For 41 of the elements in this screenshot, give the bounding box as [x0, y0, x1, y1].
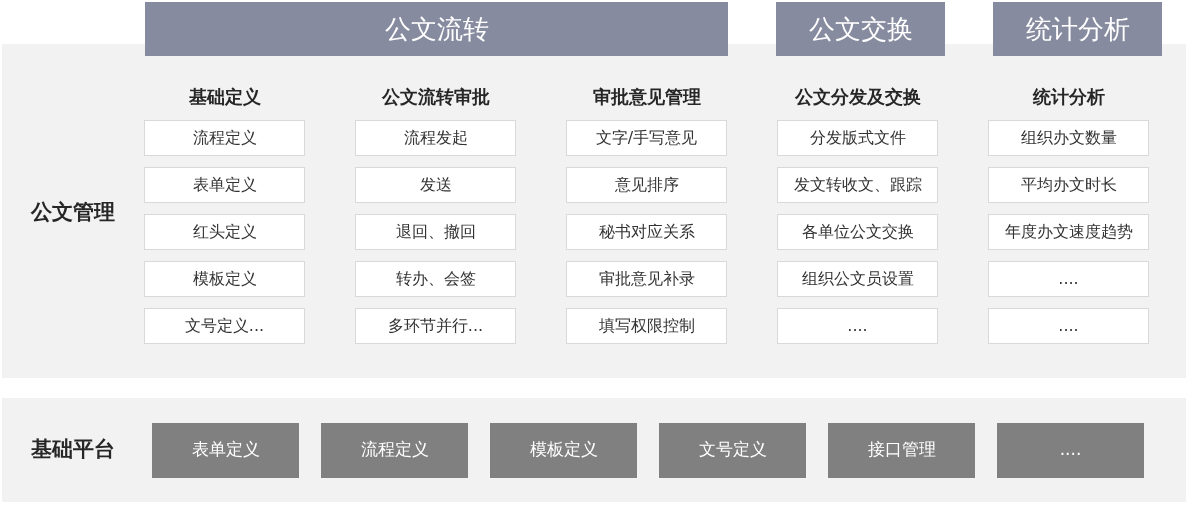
platform-card: 文号定义: [659, 422, 806, 478]
feature-card: 多环节并行...: [355, 308, 516, 344]
feature-card: 审批意见补录: [566, 261, 727, 297]
feature-card: 发文转收文、跟踪: [777, 167, 938, 203]
feature-card: 表单定义: [144, 167, 305, 203]
section-label: 基础平台: [31, 436, 115, 464]
platform-card: 表单定义: [152, 422, 299, 478]
platform-card: 模板定义: [490, 422, 637, 478]
feature-card: 发送: [355, 167, 516, 203]
feature-card: 转办、会签: [355, 261, 516, 297]
platform-card: ....: [997, 422, 1144, 478]
feature-card: 各单位公文交换: [777, 214, 938, 250]
feature-card: 文字/手写意见: [566, 120, 727, 156]
platform-card: 流程定义: [321, 422, 468, 478]
column-heading: 统计分析: [1032, 86, 1105, 108]
feature-card: 流程定义: [144, 120, 305, 156]
feature-card: ....: [988, 261, 1149, 297]
feature-card: 模板定义: [144, 261, 305, 297]
category-header: 公文交换: [776, 2, 945, 56]
feature-card: 意见排序: [566, 167, 727, 203]
column-heading: 基础定义: [188, 86, 261, 108]
feature-card: 组织公文员设置: [777, 261, 938, 297]
feature-card: 组织办文数量: [988, 120, 1149, 156]
category-header: 公文流转: [145, 2, 728, 56]
feature-card: 填写权限控制: [566, 308, 727, 344]
column-heading: 审批意见管理: [592, 86, 701, 108]
column-heading: 公文分发及交换: [794, 86, 921, 108]
feature-card: 退回、撤回: [355, 214, 516, 250]
feature-card: 年度办文速度趋势: [988, 214, 1149, 250]
section-label: 公文管理: [31, 199, 115, 227]
feature-card: 文号定义...: [144, 308, 305, 344]
platform-card: 接口管理: [828, 422, 975, 478]
feature-card: ....: [777, 308, 938, 344]
feature-card: 红头定义: [144, 214, 305, 250]
column-heading: 公文流转审批: [381, 86, 490, 108]
feature-card: 分发版式文件: [777, 120, 938, 156]
feature-card: 流程发起: [355, 120, 516, 156]
feature-card: 秘书对应关系: [566, 214, 727, 250]
feature-card: 平均办文时长: [988, 167, 1149, 203]
feature-card: ....: [988, 308, 1149, 344]
category-header: 统计分析: [993, 2, 1162, 56]
